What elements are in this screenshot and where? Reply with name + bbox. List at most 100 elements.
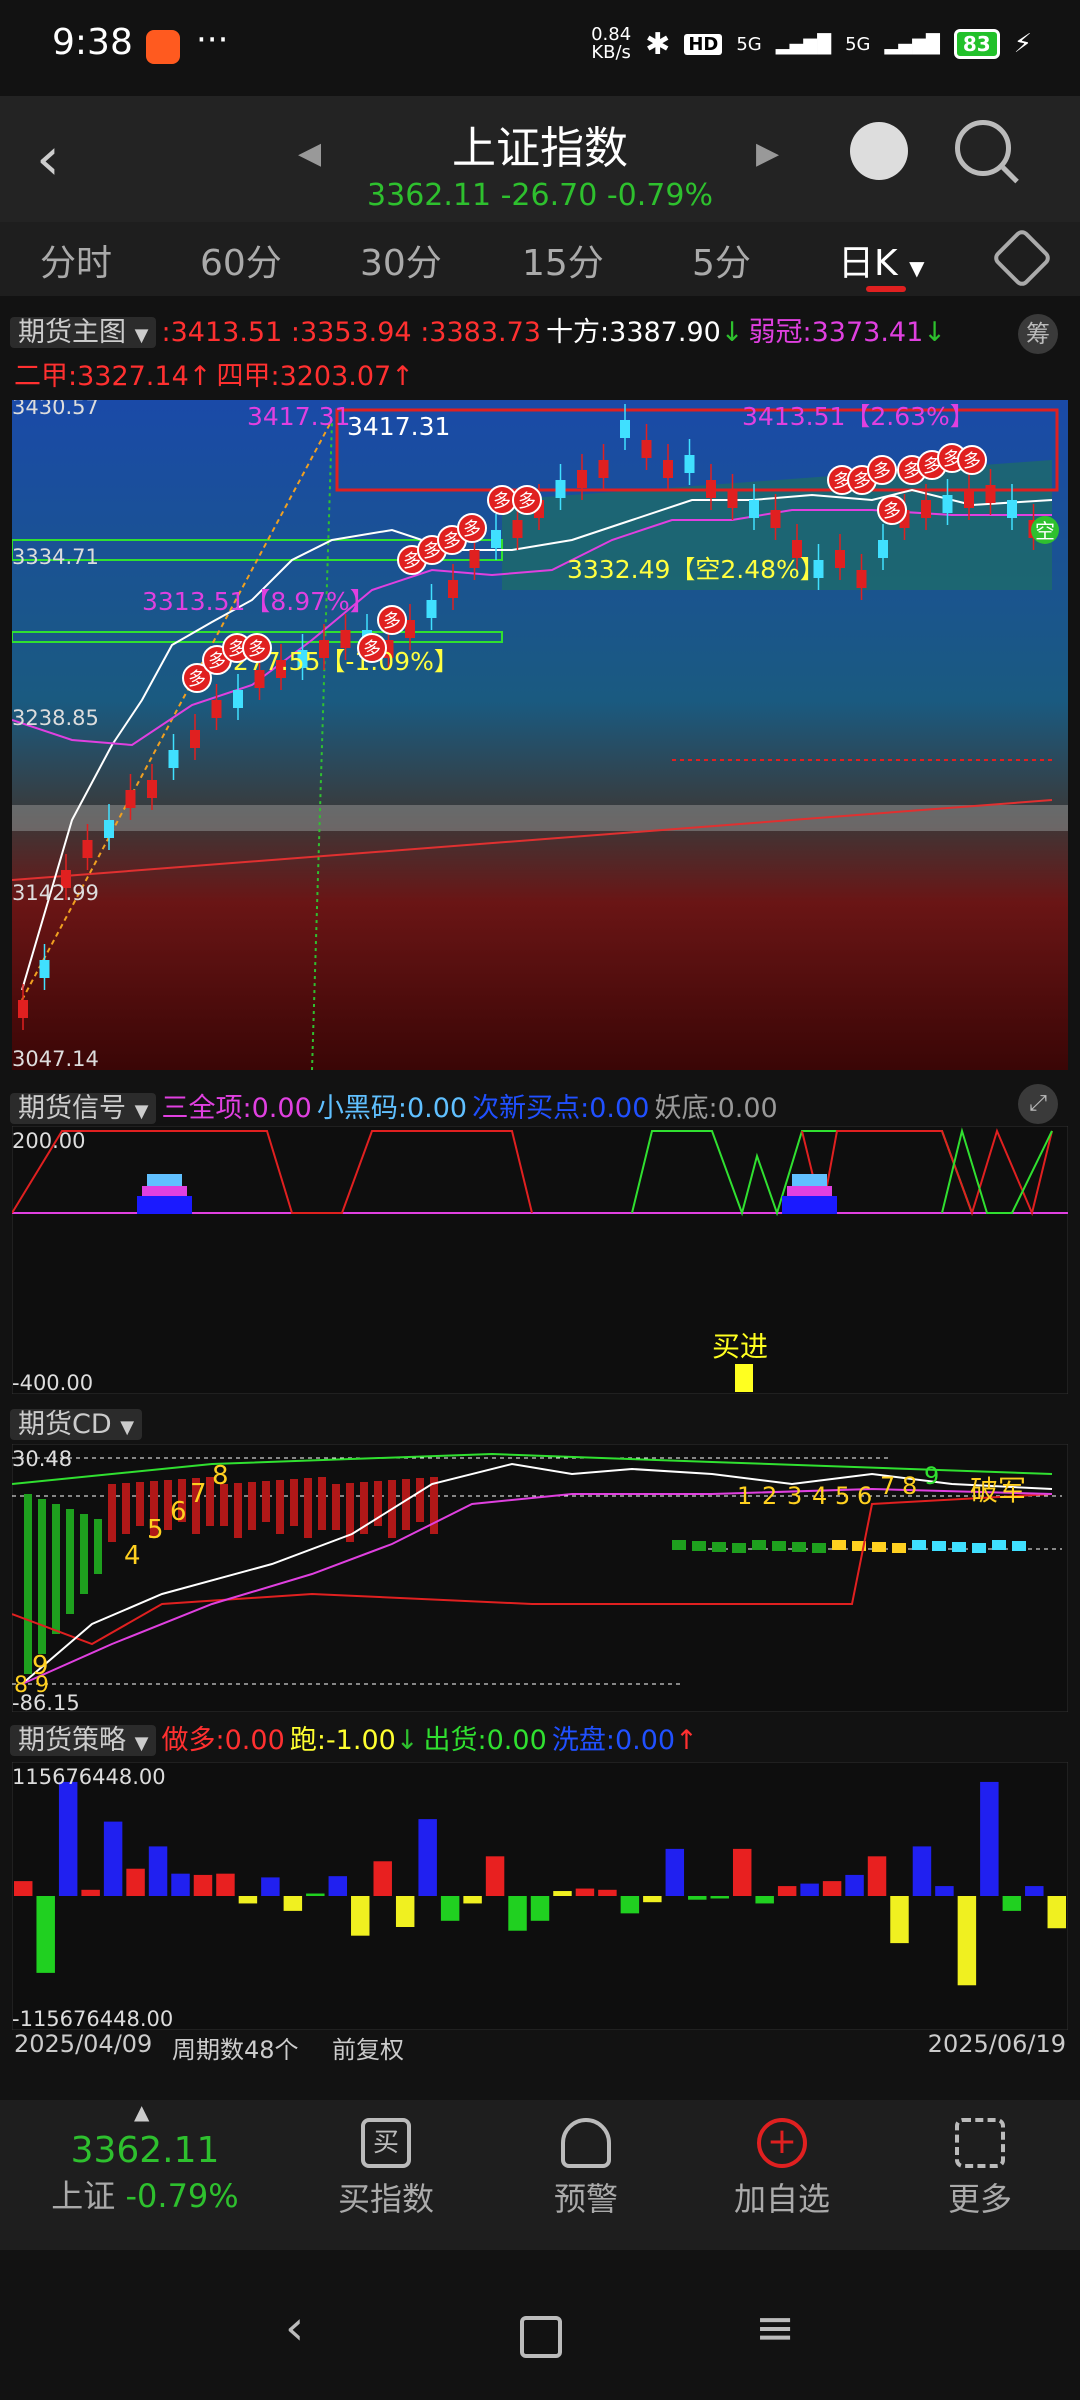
cd-num-5: 5 — [147, 1515, 164, 1545]
candle-body — [770, 510, 781, 528]
cd-num-r3: 3 — [787, 1482, 802, 1510]
prev-index-icon[interactable]: ◀ — [298, 136, 321, 171]
header: ‹ 上证指数 3362.11 -26.70 -0.79% ◀ ▶ — [0, 96, 1080, 222]
tab-30min[interactable]: 30分 — [360, 234, 442, 286]
buy-index-button[interactable]: 买 买指数 — [316, 2118, 456, 2220]
signal-bg — [12, 1126, 1068, 1394]
cd-bar-right — [772, 1541, 786, 1551]
signal-indicator-select[interactable]: 期货信号 ▼ — [10, 1093, 157, 1124]
cd-bar-right — [832, 1540, 846, 1550]
tab-5min[interactable]: 5分 — [692, 234, 751, 286]
nav-back-icon[interactable]: ‹ — [285, 2300, 304, 2356]
bluetooth-icon: ✱ — [645, 26, 671, 62]
strategy-bar — [328, 1876, 348, 1896]
signal-icon-1: 5G — [736, 33, 762, 55]
strategy-axis-bottom: -115676448.00 — [12, 2007, 173, 2030]
candle-body — [426, 600, 437, 618]
alert-button[interactable]: 预警 — [516, 2118, 656, 2220]
candle-body — [577, 470, 587, 488]
strategy-bar — [530, 1896, 550, 1921]
tab-fenshi[interactable]: 分时 — [40, 234, 112, 286]
cd-axis-top: 30.48 — [12, 1447, 72, 1471]
cd-bar — [66, 1509, 74, 1614]
hd-icon: HD — [684, 33, 723, 55]
expand-up-icon[interactable]: ▲ — [134, 2100, 149, 2124]
strategy-bar — [193, 1874, 213, 1896]
svg-text:空: 空 — [1035, 519, 1055, 543]
buy-label: 买进 — [712, 1330, 768, 1363]
tab-15min[interactable]: 15分 — [522, 234, 604, 286]
erjia-value: 二甲:3327.14 — [14, 361, 189, 392]
strategy-bar — [1002, 1896, 1022, 1911]
strategy-bar — [620, 1896, 640, 1914]
quote-summary[interactable]: 3362.11 上证 -0.79% — [30, 2130, 260, 2217]
main-indicator-select[interactable]: 期货主图 ▼ — [10, 317, 157, 348]
add-watchlist-button[interactable]: + 加自选 — [712, 2118, 852, 2220]
zone-band — [12, 805, 1068, 831]
cd-chart: 9 8 7 6 5 4 1 2 3 4 5 6 7 8 9 破军 30.48 -… — [12, 1444, 1068, 1712]
cd-num-r4: 4 — [812, 1482, 827, 1510]
cd-bar — [234, 1483, 242, 1538]
candle-body — [82, 840, 93, 858]
more-button[interactable]: 更多 — [910, 2118, 1050, 2220]
chevron-down-icon: ▼ — [134, 1733, 149, 1754]
nav-menu-icon[interactable]: ≡ — [755, 2300, 795, 2356]
nav-home-icon[interactable] — [520, 2316, 562, 2358]
strategy-bar — [710, 1896, 729, 1899]
candle-body — [448, 580, 458, 598]
cd-bar — [52, 1504, 60, 1634]
adjust-mode[interactable]: 前复权 — [332, 2030, 404, 2065]
cd-bar-right — [692, 1541, 706, 1551]
cd-num-r7: 7 — [880, 1472, 895, 1500]
cd-bar — [24, 1494, 32, 1674]
next-index-icon[interactable]: ▶ — [756, 136, 779, 171]
cd-indicator-select[interactable]: 期货CD ▼ — [10, 1409, 143, 1440]
period-count: 周期数48个 — [172, 2036, 299, 2064]
axis-tick-5: 3047.14 — [12, 1047, 99, 1070]
cd-num-r5: 5 — [835, 1482, 850, 1510]
signal-stack-1c — [147, 1174, 182, 1186]
app-notification-icon — [146, 30, 180, 64]
cd-bar — [94, 1519, 102, 1574]
candle-body — [598, 460, 609, 478]
strategy-bar — [81, 1889, 100, 1896]
strategy-bar — [1025, 1886, 1044, 1896]
chevron-down-icon: ▼ — [120, 1417, 135, 1438]
long-signal-text: 多 — [963, 451, 981, 472]
strategy-bar — [553, 1891, 572, 1896]
strategy-bar — [890, 1896, 909, 1944]
axis-tick-2: 3334.71 — [12, 545, 99, 569]
candle-body — [512, 520, 523, 538]
candle-body — [1007, 500, 1017, 518]
shifang-value: 十方:3387.90 — [546, 317, 721, 348]
candle-body — [18, 1000, 28, 1018]
long-signal-text: 多 — [248, 639, 266, 660]
candle-body — [727, 490, 738, 508]
assistant-owl-icon[interactable] — [850, 122, 908, 180]
strategy-bar — [418, 1819, 437, 1896]
strategy-bar — [216, 1873, 235, 1896]
chevron-down-icon: ▼ — [134, 325, 149, 346]
candle-body — [39, 960, 50, 978]
cd-bar-right — [712, 1542, 726, 1552]
signal-axis-bottom: -400.00 — [12, 1371, 93, 1394]
cd-num-r8: 8 — [902, 1472, 917, 1500]
tab-60min[interactable]: 60分 — [200, 234, 282, 286]
cd-num-7: 7 — [190, 1479, 207, 1509]
strategy-bar — [58, 1781, 78, 1896]
candle-body — [340, 630, 351, 648]
buy-icon: 买 — [361, 2118, 411, 2168]
annotation-top: 3413.51【2.63%】 — [742, 402, 975, 431]
chip-button[interactable]: 筹 — [1018, 314, 1058, 354]
strategy-indicator-select[interactable]: 期货策略 ▼ — [10, 1725, 157, 1756]
strategy-bar — [395, 1896, 415, 1927]
main-kline-chart[interactable]: 3417.31 3417.31 3413.51【2.63%】 3313.51【8… — [12, 400, 1068, 1070]
long-signal-text: 多 — [873, 461, 891, 482]
cd-bar-right — [952, 1542, 966, 1552]
settings-icon[interactable] — [990, 226, 1054, 290]
cd-bar-right — [912, 1540, 926, 1550]
tab-daily-k[interactable]: 日K ▼ — [838, 234, 924, 286]
expand-icon[interactable]: ⤢ — [1018, 1084, 1058, 1124]
cd-num-r6: 6 — [857, 1482, 872, 1510]
long-signal-text: 多 — [188, 669, 206, 690]
